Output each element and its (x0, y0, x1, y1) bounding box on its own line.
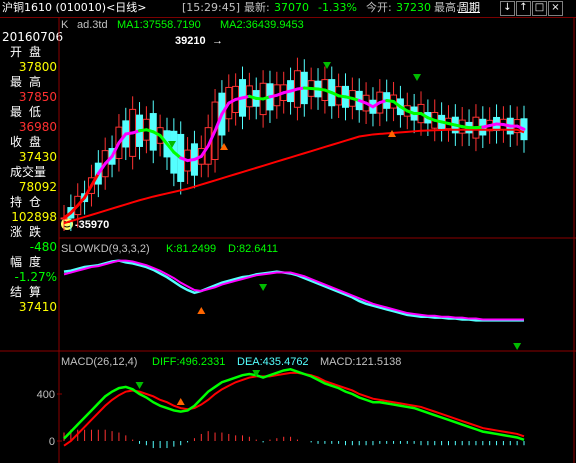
macd-diff-line (63, 368, 525, 442)
arrow-down-button[interactable]: ↓ (500, 1, 515, 16)
maximize-button[interactable]: □ (532, 1, 547, 16)
open-label: 今开: (366, 1, 392, 14)
high-price-marker: 39210 (175, 35, 206, 47)
slowkd-d: D:82.6411 (228, 243, 278, 255)
chart-area[interactable]: K ad.3td MA1:37558.7190 MA2:36439.9453 3… (0, 17, 576, 463)
change-percent: -1.33% (318, 1, 357, 14)
high-marker-arrow: → (212, 35, 223, 47)
kd-k-line (63, 259, 524, 322)
title-bar: 沪铜1610 (010010)<日线> [15:29:45] 最新: 37070… (0, 0, 576, 18)
macd-dea: DEA:435.4762 (237, 356, 309, 368)
kline-prefix: K (61, 19, 69, 31)
candlestick-series (60, 57, 528, 232)
kd-lines (63, 259, 524, 350)
macd-tick-400: 400 (37, 389, 55, 401)
low-price-marker: -35970 (75, 219, 109, 231)
macd-dea-line (63, 371, 525, 447)
macd-name[interactable]: MACD(26,12,4) (61, 356, 137, 368)
slowkd-k: K:81.2499 (166, 243, 216, 255)
period-link[interactable]: 周期 (458, 1, 480, 15)
macd-tick-0: 0 (49, 436, 55, 448)
macd-lines (63, 368, 525, 447)
sell-arrow-icon (323, 62, 331, 69)
kd-sell-arrow-icon (259, 284, 268, 291)
macd-histogram (63, 429, 525, 449)
buy-arrow-icon (220, 143, 228, 150)
macd-buy-arrow-icon (176, 398, 185, 405)
close-button[interactable]: × (548, 1, 563, 16)
kd-d-line (63, 259, 524, 321)
contract-title: 沪铜1610 (010010)<日线> (2, 1, 147, 14)
kd-buy-arrow-icon (197, 307, 206, 314)
arrow-up-button[interactable]: ↑ (516, 1, 531, 16)
high-label: 最高: (434, 1, 460, 14)
quote-time: [15:29:45] (182, 1, 240, 14)
macd-diff: DIFF:496.2331 (152, 356, 225, 368)
latest-label: 最新: (244, 1, 270, 14)
ma1-value: MA1:37558.7190 (117, 19, 201, 31)
ma2-value: MA2:36439.9453 (220, 19, 304, 31)
kd-sell-arrow-icon (513, 343, 522, 350)
kline-indicator-name[interactable]: ad.3td (77, 19, 108, 31)
macd-sell-arrow-icon (135, 382, 144, 389)
macd-value: MACD:121.5138 (320, 356, 401, 368)
slowkd-name[interactable]: SLOWKD(9,3,3,2) (61, 243, 150, 255)
open-value: 37230 (396, 1, 431, 14)
latest-value: 37070 (274, 1, 309, 14)
sell-arrow-icon (413, 74, 421, 81)
